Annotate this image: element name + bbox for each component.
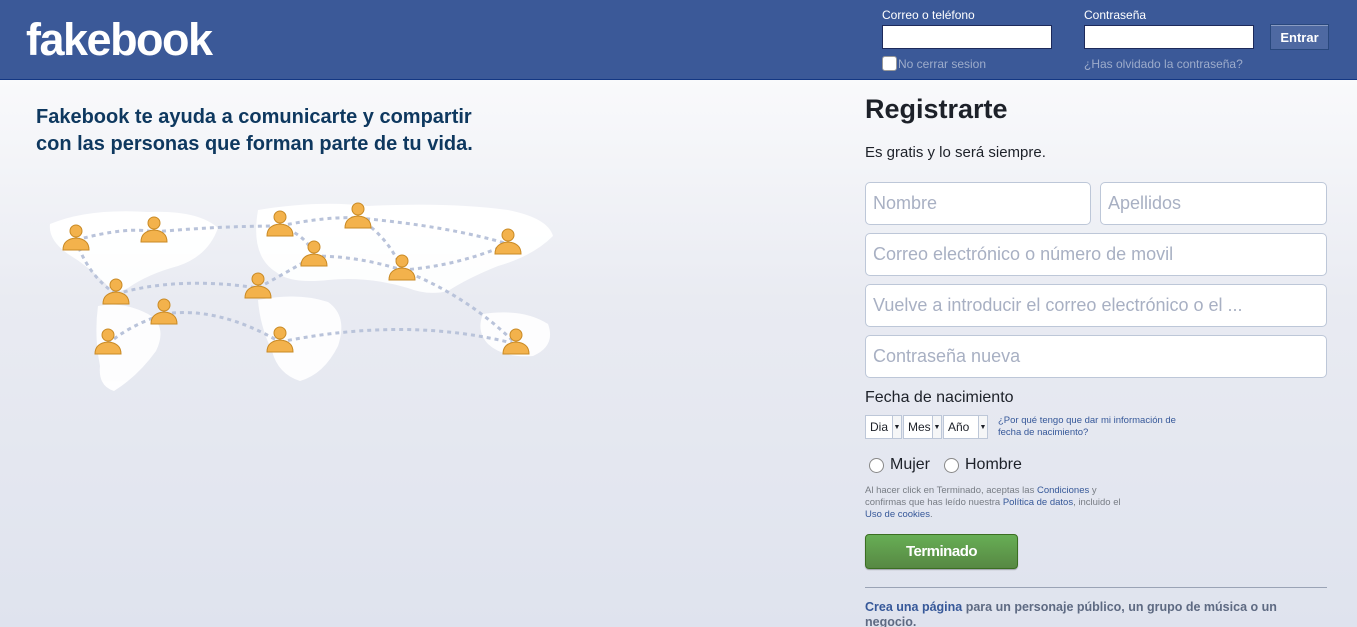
email-input[interactable] — [865, 233, 1327, 276]
cookies-link[interactable]: Uso de cookies — [865, 509, 930, 520]
email-confirm-input[interactable] — [865, 284, 1327, 327]
why-birthday-link[interactable]: ¿Por qué tengo que dar mi información de… — [998, 415, 1198, 439]
chevron-down-icon: ▼ — [892, 416, 901, 438]
email-label: Correo o teléfono — [882, 8, 975, 22]
password-label: Contraseña — [1084, 8, 1147, 22]
remember-checkbox[interactable] — [882, 56, 897, 71]
remember-me[interactable]: No cerrar sesion — [882, 56, 986, 71]
chevron-down-icon: ▼ — [978, 416, 987, 438]
gender-male-option[interactable]: Hombre — [944, 456, 1022, 474]
female-radio[interactable] — [869, 457, 884, 473]
world-map-people-icon — [49, 202, 553, 391]
terms-prefix: Al hacer click en Terminado, aceptas las — [865, 485, 1037, 496]
year-select[interactable]: Año ▼ — [943, 415, 988, 439]
male-label: Hombre — [965, 456, 1022, 473]
male-radio[interactable] — [944, 457, 959, 473]
terms-text: Al hacer click en Terminado, aceptas las… — [865, 485, 1140, 521]
month-select-value: Mes — [908, 420, 931, 434]
tagline: Fakebook te ayuda a comunicarte y compar… — [36, 106, 473, 155]
remember-label: No cerrar sesion — [898, 56, 987, 71]
login-button[interactable]: Entrar — [1270, 24, 1329, 50]
year-select-value: Año — [948, 420, 970, 434]
signup-submit-button[interactable]: Terminado — [865, 534, 1018, 569]
day-select-value: Dia — [870, 420, 889, 434]
forgot-password-link[interactable]: ¿Has olvidado la contraseña? — [1084, 57, 1243, 71]
gender-female-option[interactable]: Mujer — [869, 456, 930, 474]
create-page-text: Crea una página para un personaje públic… — [865, 600, 1327, 627]
login-email-input[interactable] — [882, 25, 1052, 49]
new-password-input[interactable] — [865, 335, 1327, 378]
login-password-input[interactable] — [1084, 25, 1254, 49]
divider — [865, 587, 1327, 588]
create-page-link[interactable]: Crea una página — [865, 600, 962, 614]
chevron-down-icon: ▼ — [932, 416, 941, 438]
birthday-label: Fecha de nacimiento — [865, 389, 1014, 406]
terms-link[interactable]: Condiciones — [1037, 485, 1089, 496]
top-bar: fakebook Correo o teléfono Contraseña En… — [0, 0, 1357, 80]
logo[interactable]: fakebook — [26, 14, 213, 66]
signup-subtitle: Es gratis y lo será siempre. — [865, 144, 1046, 161]
day-select[interactable]: Dia ▼ — [865, 415, 902, 439]
terms-end: . — [929, 509, 933, 520]
month-select[interactable]: Mes ▼ — [903, 415, 942, 439]
female-label: Mujer — [890, 456, 931, 473]
first-name-input[interactable] — [865, 182, 1091, 225]
data-policy-link[interactable]: Política de datos — [1003, 497, 1073, 508]
signup-title: Registrarte — [865, 94, 1008, 124]
last-name-input[interactable] — [1100, 182, 1327, 225]
terms-suffix: , incluido el — [1073, 497, 1121, 508]
